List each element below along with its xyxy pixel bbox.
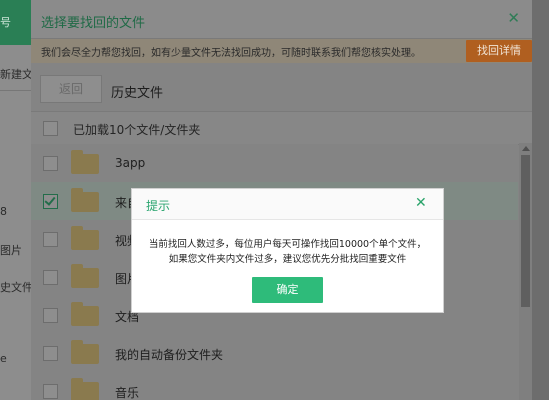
list-item[interactable]: 音乐 xyxy=(31,372,518,400)
modal-header: 提示 ✕ xyxy=(132,189,443,220)
close-icon[interactable]: ✕ xyxy=(507,9,520,27)
row-checkbox[interactable] xyxy=(43,384,58,399)
dialog-title: 选择要找回的文件 xyxy=(41,16,146,31)
loaded-count-text: 已加载10个文件/文件夹 xyxy=(73,123,201,137)
folder-icon xyxy=(71,188,99,212)
folder-name: 音乐 xyxy=(115,386,140,400)
row-checkbox-checked[interactable] xyxy=(43,194,58,209)
confirm-button[interactable]: 确定 xyxy=(252,277,323,303)
folder-icon xyxy=(71,378,99,400)
folder-icon xyxy=(71,340,99,364)
row-checkbox[interactable] xyxy=(43,156,58,171)
row-checkbox[interactable] xyxy=(43,346,58,361)
list-item[interactable]: 我的自动备份文件夹 xyxy=(31,334,518,373)
notice-text: 我们会尽全力帮您找回，如有少量文件无法找回成功，可随时联系我们帮您核实处理。 xyxy=(41,48,421,59)
modal-message-line2: 如果您文件夹内文件过多，建议您优先分批找回重要文件 xyxy=(168,254,407,265)
breadcrumb: 历史文件 xyxy=(111,86,164,101)
modal-title: 提示 xyxy=(146,199,171,213)
alert-modal: 提示 ✕ 当前找回人数过多，每位用户每天可操作找回10000个单个文件， 如果您… xyxy=(132,189,443,312)
app-right-edge xyxy=(532,0,549,400)
scroll-up-icon[interactable] xyxy=(522,146,530,151)
folder-name: 我的自动备份文件夹 xyxy=(115,348,224,362)
folder-icon xyxy=(71,302,99,326)
select-all-checkbox[interactable] xyxy=(43,121,58,136)
app-header-fragment: 号 xyxy=(0,16,11,29)
close-icon[interactable]: ✕ xyxy=(415,195,427,211)
row-checkbox[interactable] xyxy=(43,270,58,285)
folder-icon xyxy=(71,226,99,250)
restore-details-button[interactable]: 找回详情 xyxy=(466,40,532,62)
row-checkbox[interactable] xyxy=(43,308,58,323)
folder-icon xyxy=(71,264,99,288)
back-button[interactable]: 返回 xyxy=(40,75,102,103)
folder-name: 3app xyxy=(115,156,146,170)
notice-bar: 我们会尽全力帮您找回，如有少量文件无法找回成功，可随时联系我们帮您核实处理。 xyxy=(31,39,532,64)
dialog-header: 选择要找回的文件 ✕ xyxy=(31,0,532,39)
folder-icon xyxy=(71,150,99,174)
modal-message-line1: 当前找回人数过多，每位用户每天可操作找回10000个单个文件， xyxy=(148,239,427,250)
dialog-toolbar xyxy=(31,63,532,111)
scrollbar-thumb[interactable] xyxy=(521,155,530,307)
list-item[interactable]: 3app xyxy=(31,144,518,183)
row-checkbox[interactable] xyxy=(43,232,58,247)
